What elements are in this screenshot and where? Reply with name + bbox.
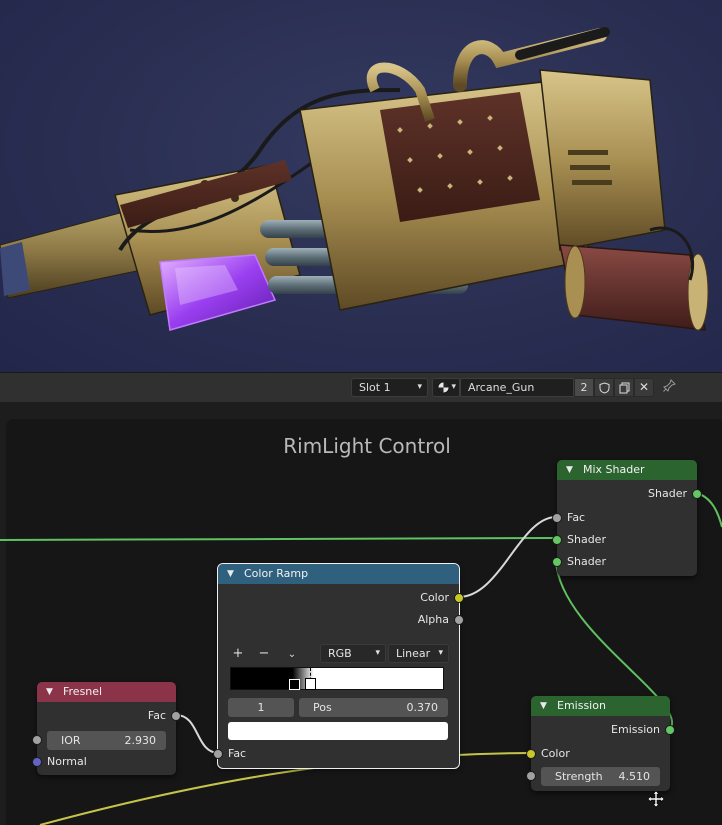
chevron-down-icon: ▾: [451, 382, 456, 392]
shield-icon: [599, 382, 609, 394]
mix-shader-in-shader2-label: Shader: [567, 555, 606, 568]
mix-shader-in-fac-label: Fac: [567, 511, 586, 524]
fresnel-ior-field[interactable]: IOR 2.930: [47, 731, 166, 750]
material-name-field[interactable]: Arcane_Gun: [460, 378, 574, 397]
chevron-down-icon: ▾: [417, 382, 422, 392]
emission-strength-field[interactable]: Strength 4.510: [541, 767, 660, 786]
emission-node[interactable]: ▼ Emission Emission Color Strength 4.510: [526, 696, 675, 791]
chevron-down-icon: ⌄: [287, 649, 297, 660]
3d-viewport[interactable]: [0, 0, 722, 372]
material-name: Arcane_Gun: [468, 381, 535, 394]
fresnel-fac-socket[interactable]: [171, 711, 181, 721]
emission-strength-value: 4.510: [618, 770, 651, 783]
mix-shader-header[interactable]: ▼ Mix Shader: [557, 460, 697, 480]
color-ramp-toolbar: + − ⌄ RGB ▾ Linear ▾: [228, 644, 450, 663]
stop-color-swatch[interactable]: [228, 722, 448, 740]
chevron-down-icon[interactable]: ▼: [227, 564, 234, 584]
fresnel-ior-label: IOR: [61, 734, 81, 747]
material-sphere-icon: [437, 381, 450, 394]
material-slot-dropdown[interactable]: Slot 1 ▾: [351, 378, 428, 397]
copy-icon: [619, 382, 629, 394]
emission-header[interactable]: ▼ Emission: [531, 696, 670, 716]
emission-title: Emission: [557, 699, 606, 712]
fresnel-in-normal-label: Normal: [47, 755, 87, 768]
stop-position-label: Pos: [313, 701, 332, 714]
color-ramp-title: Color Ramp: [244, 567, 309, 580]
color-ramp-in-fac-label: Fac: [228, 747, 247, 760]
fresnel-ior-value: 2.930: [124, 734, 157, 747]
ramp-stop-black-handle[interactable]: [289, 679, 300, 690]
link-colorramp-to-mix-fac[interactable]: [458, 516, 557, 598]
ramp-stop-white-handle[interactable]: [305, 678, 316, 690]
color-ramp-out-alpha-label: Alpha: [417, 613, 449, 626]
active-stop-index: 1: [257, 701, 265, 714]
fake-user-button[interactable]: [594, 378, 614, 397]
color-ramp-color-socket[interactable]: [454, 593, 464, 603]
fresnel-header[interactable]: ▼ Fresnel: [37, 682, 176, 702]
interpolation-value: Linear: [396, 647, 431, 660]
browse-material-button[interactable]: ▾: [432, 378, 460, 397]
color-ramp-alpha-socket[interactable]: [454, 615, 464, 625]
shader-node-editor[interactable]: RimLight Control ▼ Mix Shader Shader Fac…: [0, 402, 722, 825]
chevron-down-icon[interactable]: ▼: [540, 696, 547, 716]
unlink-material-button[interactable]: ✕: [634, 378, 654, 397]
interpolation-dropdown[interactable]: Linear ▾: [388, 644, 449, 663]
material-header: Slot 1 ▾ ▾ Arcane_Gun 2 ✕: [0, 372, 722, 402]
active-stop-index-field[interactable]: 1: [228, 698, 294, 717]
fresnel-out-fac-label: Fac: [147, 709, 166, 722]
emission-output-socket[interactable]: [665, 725, 675, 735]
color-mode-dropdown[interactable]: RGB ▾: [320, 644, 386, 663]
mix-shader-out-shader-label: Shader: [648, 487, 687, 500]
fresnel-ior-socket[interactable]: [32, 735, 42, 745]
mix-shader-fac-socket[interactable]: [552, 513, 562, 523]
mix-shader-shader1-socket[interactable]: [552, 535, 562, 545]
emission-out-label: Emission: [611, 723, 660, 736]
mix-shader-node[interactable]: ▼ Mix Shader Shader Fac Shader Shader: [552, 460, 702, 576]
emission-color-socket[interactable]: [526, 749, 536, 759]
color-mode-value: RGB: [328, 647, 352, 660]
close-icon: ✕: [638, 380, 650, 394]
fresnel-normal-socket[interactable]: [32, 757, 42, 767]
color-ramp-out-color-label: Color: [420, 591, 449, 604]
emission-strength-socket[interactable]: [526, 771, 536, 781]
pin-icon: [662, 379, 676, 392]
link-mix-output[interactable]: [696, 492, 722, 528]
stop-position-field[interactable]: Pos 0.370: [299, 698, 448, 717]
chevron-down-icon: ▾: [375, 648, 380, 658]
link-input-to-mix-shader[interactable]: [0, 537, 558, 541]
user-count: 2: [580, 381, 588, 394]
user-count-button[interactable]: 2: [574, 378, 594, 397]
color-ramp-fac-socket[interactable]: [213, 749, 223, 759]
mix-shader-in-shader1-label: Shader: [567, 533, 606, 546]
chevron-down-icon[interactable]: ▼: [566, 460, 573, 480]
move-cursor-icon: [647, 790, 665, 808]
ramp-menu-button[interactable]: ⌄: [282, 644, 302, 663]
arcane-gun-render: [0, 27, 709, 331]
duplicate-material-button[interactable]: [614, 378, 634, 397]
color-ramp-header[interactable]: ▼ Color Ramp: [218, 564, 459, 584]
fresnel-node[interactable]: ▼ Fresnel Fac IOR 2.930 Normal: [32, 682, 181, 775]
fresnel-title: Fresnel: [63, 685, 103, 698]
mix-shader-output-socket[interactable]: [692, 489, 702, 499]
chevron-down-icon[interactable]: ▼: [46, 682, 53, 702]
remove-stop-button[interactable]: −: [254, 644, 274, 663]
mix-shader-shader2-socket[interactable]: [552, 557, 562, 567]
color-ramp-node[interactable]: ▼ Color Ramp Color Alpha + − ⌄ RGB ▾ Lin…: [213, 563, 464, 769]
add-stop-button[interactable]: +: [228, 644, 248, 663]
pin-button[interactable]: [660, 379, 678, 397]
emission-strength-label: Strength: [555, 770, 603, 783]
link-fresnel-to-colorramp[interactable]: [175, 714, 220, 754]
material-slot-label: Slot 1: [359, 381, 391, 394]
mix-shader-title: Mix Shader: [583, 463, 645, 476]
stop-position-value: 0.370: [406, 701, 439, 714]
chevron-down-icon: ▾: [438, 648, 443, 658]
emission-in-color-label: Color: [541, 747, 570, 760]
color-ramp-gradient[interactable]: [230, 667, 444, 690]
